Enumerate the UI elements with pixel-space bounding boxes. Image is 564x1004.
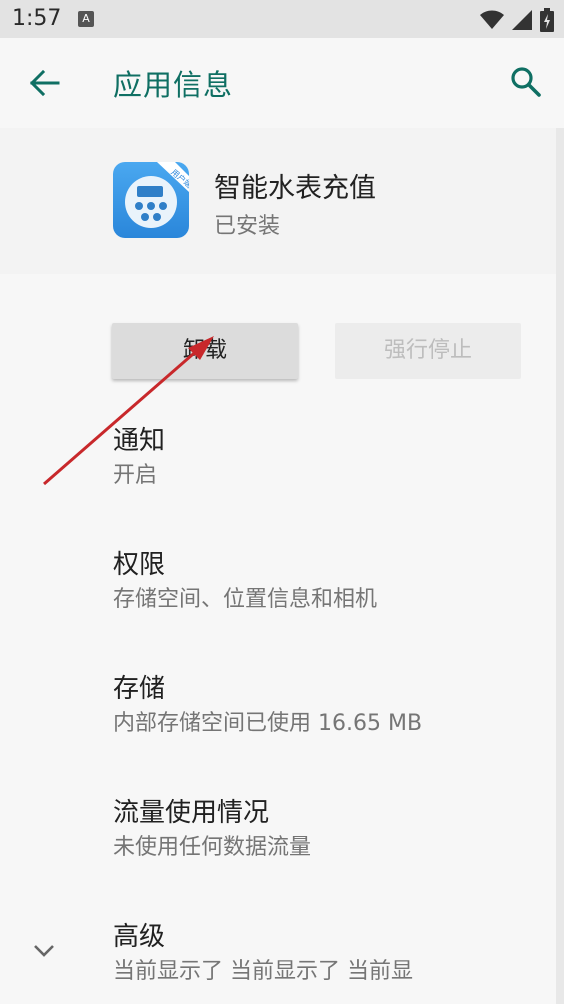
pref-summary: 开启 <box>113 463 158 488</box>
pref-title: 存储 <box>113 674 166 704</box>
pref-permissions[interactable]: 权限 存储空间、位置信息和相机 <box>113 548 543 614</box>
status-time: 1:57 <box>12 6 62 31</box>
status-icons <box>480 8 554 32</box>
page-title: 应用信息 <box>113 68 234 102</box>
pref-summary: 内部存储空间已使用 16.65 MB <box>113 711 423 736</box>
pref-data-usage[interactable]: 流量使用情况 未使用任何数据流量 <box>113 796 543 862</box>
app-install-status: 已安装 <box>214 214 281 239</box>
app-info-content: 卸载 强行停止 通知 开启 权限 存储空间、位置信息和相机 存储 内部存储空间已… <box>0 274 556 1004</box>
search-icon[interactable] <box>508 64 544 100</box>
pref-storage[interactable]: 存储 内部存储空间已使用 16.65 MB <box>113 672 543 738</box>
force-stop-button[interactable]: 强行停止 <box>335 323 521 379</box>
toolbar: 应用信息 <box>0 38 564 128</box>
pref-title: 流量使用情况 <box>113 798 270 828</box>
pref-advanced[interactable]: 高级 当前显示了 当前显示了 当前显 <box>113 920 439 986</box>
pref-summary: 当前显示了 当前显示了 当前显 <box>113 959 413 984</box>
scrollbar[interactable] <box>556 128 564 1004</box>
status-bar: 1:57 A <box>0 0 564 38</box>
app-icon: 用户端 <box>113 162 189 238</box>
pref-title: 权限 <box>113 550 166 580</box>
battery-icon <box>540 8 554 32</box>
wifi-icon <box>480 10 504 29</box>
app-header: 用户端 智能水表充值 已安装 <box>0 128 556 274</box>
pref-title: 通知 <box>113 426 166 456</box>
signal-icon <box>512 10 532 30</box>
pref-summary: 未使用任何数据流量 <box>113 835 312 860</box>
chevron-down-icon[interactable] <box>30 936 58 964</box>
pref-summary: 存储空间、位置信息和相机 <box>113 587 378 612</box>
pref-notifications[interactable]: 通知 开启 <box>113 424 543 490</box>
app-name: 智能水表充值 <box>214 173 376 204</box>
uninstall-button[interactable]: 卸载 <box>112 323 298 379</box>
notification-icon: A <box>78 11 94 27</box>
arrow-back-icon[interactable] <box>26 64 64 102</box>
pref-title: 高级 <box>113 922 166 952</box>
